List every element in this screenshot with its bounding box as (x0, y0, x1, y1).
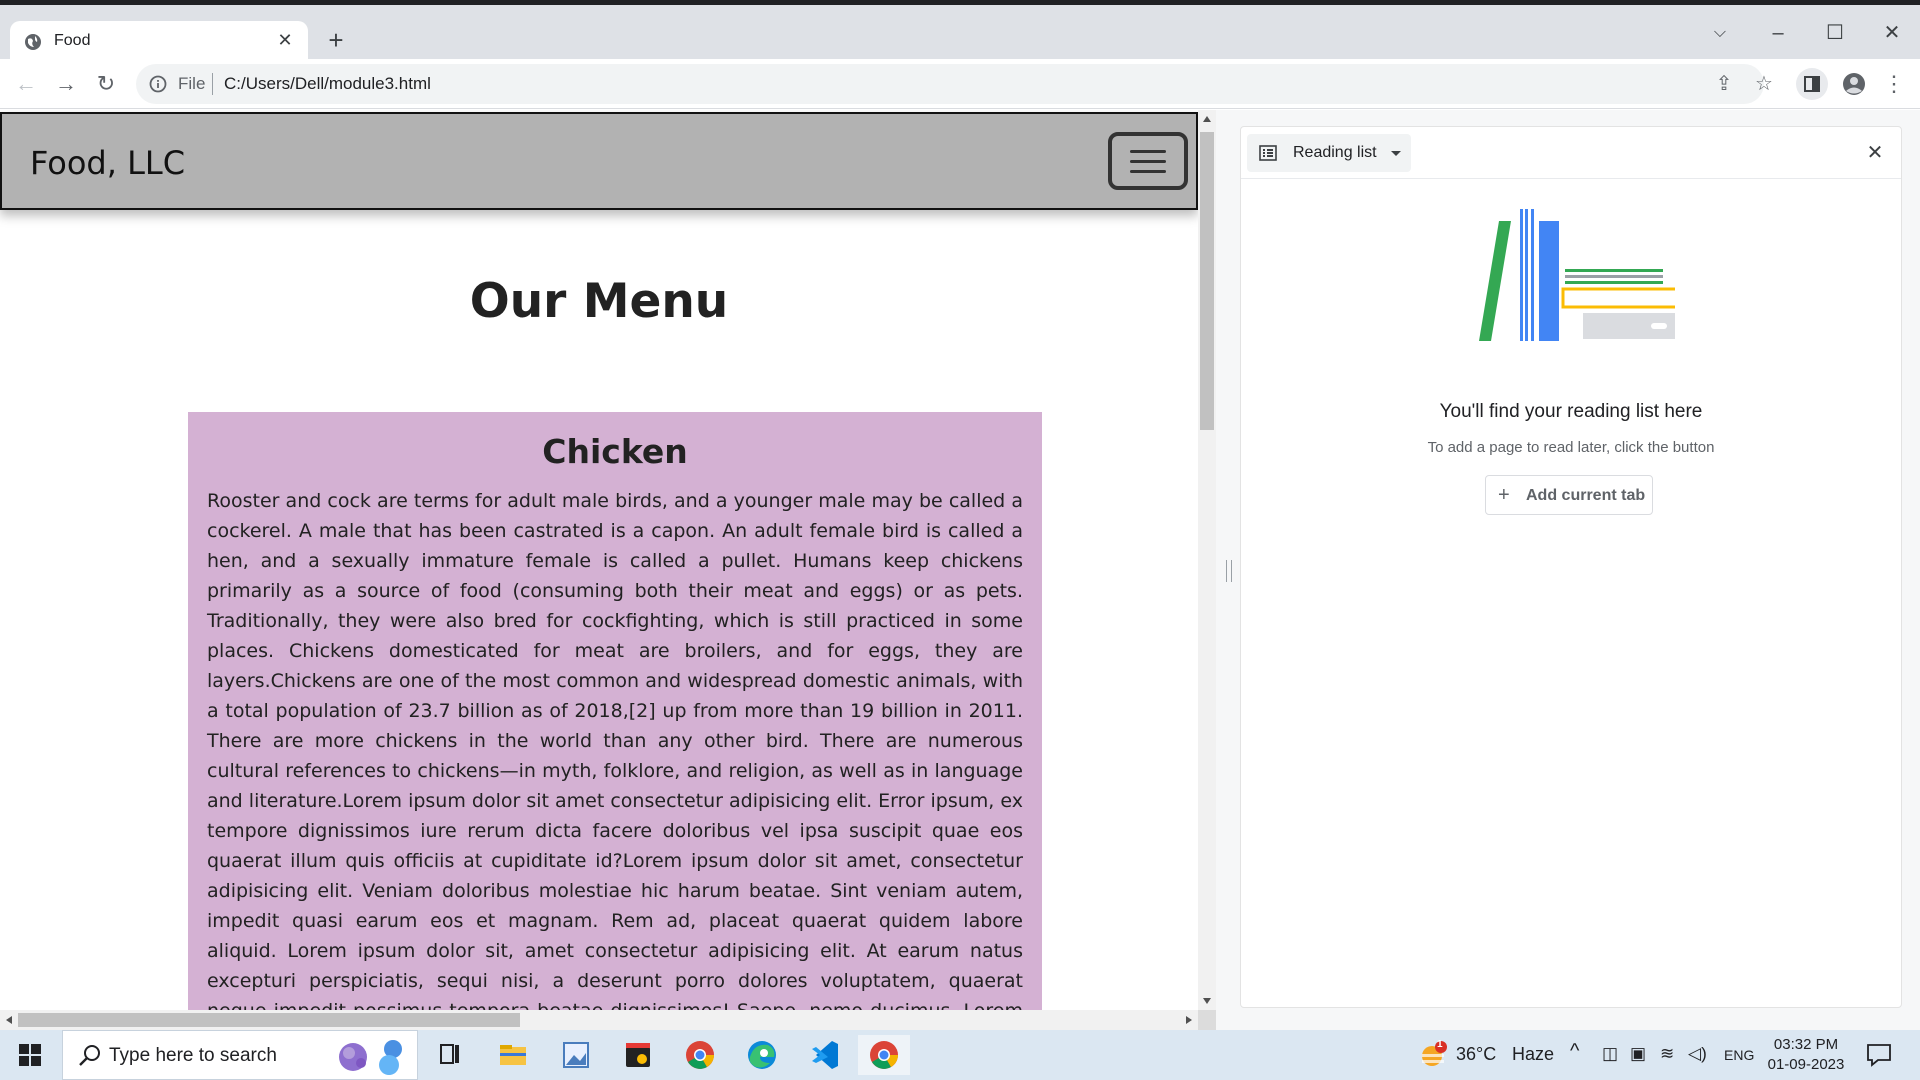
more-icon[interactable]: ⋮ (1878, 68, 1910, 100)
vertical-scrollbar[interactable] (1198, 110, 1216, 1010)
forward-button[interactable]: → (50, 68, 82, 100)
browser-toolbar: ← → ↻ File C:/Users/Dell/module3.html ⇪ … (0, 59, 1920, 109)
taskbar-search-box[interactable]: Type here to search (62, 1030, 418, 1080)
reload-button[interactable]: ↻ (90, 68, 122, 100)
hamburger-menu-button[interactable] (1108, 132, 1188, 190)
chevron-down-icon (1391, 151, 1401, 156)
hamburger-icon (1130, 150, 1166, 153)
edge-icon[interactable] (736, 1035, 788, 1075)
clock-date: 01-09-2023 (1767, 1056, 1845, 1073)
chrome-icon[interactable] (674, 1035, 726, 1075)
url-text[interactable]: C:/Users/Dell/module3.html (224, 74, 431, 94)
info-icon[interactable] (148, 74, 168, 94)
display-icon[interactable]: ▣ (1630, 1044, 1646, 1064)
vertical-scroll-thumb[interactable] (1200, 132, 1214, 430)
page-title: Our Menu (469, 274, 729, 329)
close-tab-icon[interactable]: ✕ (274, 29, 296, 51)
show-hidden-icons-icon[interactable]: ^ (1570, 1040, 1579, 1063)
add-current-tab-button[interactable]: + Add current tab (1485, 475, 1653, 515)
scroll-up-arrow-icon[interactable] (1203, 116, 1211, 122)
profile-icon[interactable] (1838, 68, 1870, 100)
side-panel-resize-handle[interactable] (1226, 560, 1232, 582)
maximize-button[interactable]: ☐ (1815, 15, 1855, 51)
page-viewport: Food, LLC Our Menu Chicken Rooster and c… (0, 110, 1216, 1030)
globe-icon (25, 34, 41, 50)
url-separator (212, 73, 213, 95)
scroll-right-arrow-icon[interactable] (1186, 1016, 1192, 1024)
tab-food[interactable]: Food ✕ (10, 21, 308, 63)
horizontal-scroll-thumb[interactable] (18, 1013, 520, 1027)
reading-list-icon (1259, 145, 1277, 161)
tab-title: Food (54, 32, 91, 49)
reading-list-illustration (1479, 209, 1675, 341)
wifi-icon[interactable]: ≋ (1660, 1044, 1674, 1064)
scroll-down-arrow-icon[interactable] (1203, 998, 1211, 1004)
weather-description: Haze (1512, 1044, 1555, 1064)
meet-now-icon[interactable]: ◫ (1602, 1044, 1618, 1064)
hamburger-bar (1130, 170, 1166, 173)
site-brand[interactable]: Food, LLC (30, 144, 185, 182)
card-title: Chicken (542, 432, 688, 471)
start-button[interactable] (0, 1030, 60, 1080)
clock-time: 03:32 PM (1773, 1036, 1839, 1053)
minimize-button[interactable]: – (1758, 15, 1798, 51)
hamburger-bar (1130, 160, 1166, 163)
chrome-active-icon[interactable] (858, 1035, 910, 1075)
clapper-app-icon[interactable] (612, 1035, 664, 1075)
weather-temperature: 36°C (1456, 1044, 1497, 1064)
close-window-button[interactable]: ✕ (1872, 15, 1912, 51)
file-explorer-icon[interactable] (486, 1035, 538, 1075)
site-navbar: Food, LLC (0, 112, 1198, 210)
close-side-panel-icon[interactable]: ✕ (1863, 141, 1887, 165)
language-indicator[interactable]: ENG (1724, 1047, 1754, 1063)
card-description: Rooster and cock are terms for adult mal… (207, 490, 1023, 1022)
menu-card-chicken: Chicken Rooster and cock are terms for a… (188, 412, 1042, 1030)
search-icon (79, 1045, 100, 1066)
side-panel-selector[interactable]: Reading list (1247, 134, 1411, 172)
reading-list-empty-subtext: To add a page to read later, click the b… (1427, 439, 1715, 456)
notifications-icon[interactable] (1866, 1043, 1892, 1067)
side-panel-header: Reading list ✕ (1241, 127, 1901, 179)
volume-icon[interactable]: ◁) (1688, 1044, 1707, 1064)
tab-search-icon[interactable]: ⌵ (1700, 15, 1740, 51)
share-icon[interactable]: ⇪ (1708, 68, 1740, 100)
reading-list-empty-heading: You'll find your reading list here (1439, 401, 1703, 422)
star-icon[interactable]: ☆ (1748, 68, 1780, 100)
task-view-icon[interactable] (424, 1035, 476, 1075)
plus-icon: + (1498, 484, 1510, 506)
vscode-icon[interactable] (798, 1035, 850, 1075)
windows-taskbar: Type here to search 1 36°C Haze ^ ◫ ▣ ≋ … (0, 1030, 1920, 1080)
photos-app-icon[interactable] (550, 1035, 602, 1075)
tab-strip: Food ✕ + ⌵ – ☐ ✕ (0, 5, 1920, 63)
search-placeholder: Type here to search (109, 1045, 277, 1066)
reading-list-panel: Reading list ✕ You'll find your reading … (1240, 126, 1902, 1008)
weather-icon (1422, 1041, 1447, 1066)
side-panel-icon[interactable] (1796, 68, 1828, 100)
address-bar[interactable]: File C:/Users/Dell/module3.html (136, 64, 1764, 104)
scroll-left-arrow-icon[interactable] (6, 1016, 12, 1024)
back-button[interactable]: ← (10, 68, 42, 100)
side-panel-selector-label: Reading list (1293, 144, 1377, 161)
horizontal-scrollbar[interactable] (0, 1010, 1198, 1030)
new-tab-button[interactable]: + (322, 27, 350, 55)
scrollbar-corner (1198, 1010, 1216, 1030)
weather-widget[interactable]: 1 36°C Haze (1412, 1030, 1555, 1080)
add-current-tab-label: Add current tab (1526, 487, 1646, 504)
system-clock[interactable]: 03:32 PM 01-09-2023 (1766, 1035, 1846, 1075)
url-scheme: File (178, 74, 206, 93)
search-highlight-icon (339, 1040, 402, 1075)
weather-badge: 1 (1437, 1039, 1443, 1050)
windows-icon (19, 1044, 41, 1066)
